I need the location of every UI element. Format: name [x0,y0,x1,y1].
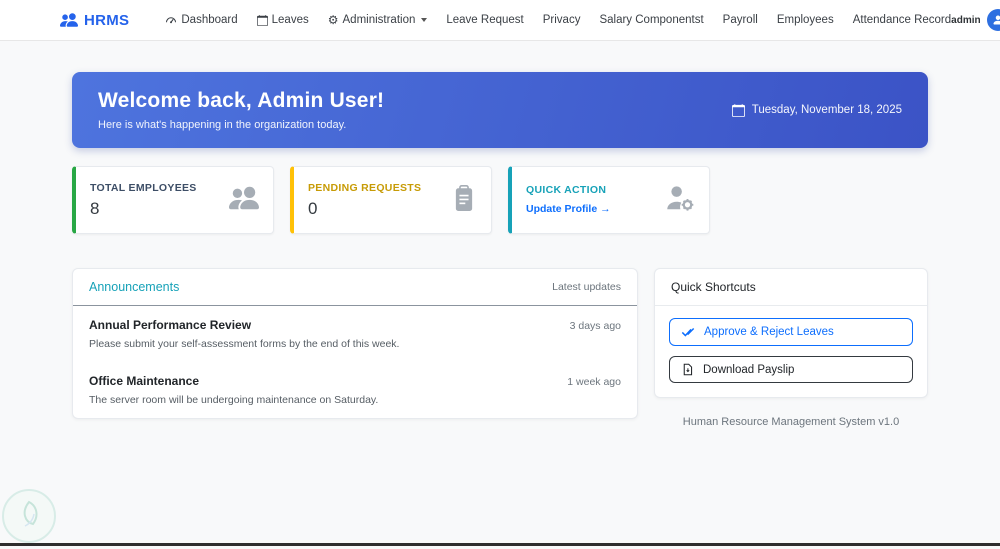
nav-item-privacy[interactable]: Privacy [543,14,581,26]
announcement-item-head: Annual Performance Review 3 days ago [89,318,621,332]
gear-icon: ⚙ [327,13,339,27]
announcement-body: Please submit your self-assessment forms… [89,338,400,350]
nav-item-attendance-record[interactable]: Attendance Record [853,14,951,26]
nav-label: Payroll [722,14,758,26]
announcement-item: Annual Performance Review 3 days ago Ple… [73,306,637,362]
person-icon [993,15,1000,25]
announcement-item: Office Maintenance 1 week ago The server… [73,362,637,418]
stat-card-total-employees: TOTAL EMPLOYEES 8 [72,166,274,234]
nav-label: Employees [776,14,834,26]
hrms-logo-icon [60,11,78,29]
button-label: Download Payslip [703,363,795,376]
shortcuts-body: Approve & Reject Leaves Download Payslip [655,306,927,397]
main-nav: Dashboard Leaves ⚙ Administration Leave … [165,14,951,26]
shortcuts-title: Quick Shortcuts [671,280,756,294]
stat-value: 0 [308,198,318,218]
nav-label: Dashboard [181,14,238,26]
dashboard-lower-row: Announcements Latest updates Annual Perf… [72,268,928,428]
watermark-logo-icon [1,488,57,544]
nav-item-administration[interactable]: ⚙ Administration [328,14,428,26]
stat-text: TOTAL EMPLOYEES 8 [90,182,197,219]
main-content: Welcome back, Admin User! Here is what's… [0,72,1000,428]
clipboard-icon [451,184,477,216]
nav-item-leave-request[interactable]: Leave Request [446,14,523,26]
nav-item-leaves[interactable]: Leaves [256,14,309,26]
calendar-icon [731,103,745,117]
person-gear-icon [665,183,695,218]
nav-label: Salary Componentst [599,14,704,26]
approve-reject-leaves-button[interactable]: Approve & Reject Leaves [669,318,913,346]
nav-label: Administration [342,14,416,26]
banner-text: Welcome back, Admin User! Here is what's… [98,89,384,131]
stat-title: TOTAL EMPLOYEES [90,181,197,194]
announcement-time: 3 days ago [569,320,621,332]
announcement-title: Annual Performance Review [89,318,252,332]
banner-date: Tuesday, November 18, 2025 [731,103,902,117]
announcements-subtitle: Latest updates [552,281,621,293]
nav-label: Attendance Record [852,14,952,26]
download-payslip-button[interactable]: Download Payslip [669,356,913,383]
announcements-header: Announcements Latest updates [73,269,637,306]
update-profile-link[interactable]: Update Profile → [526,203,611,215]
announcements-card: Announcements Latest updates Annual Perf… [72,268,638,419]
stat-text: QUICK ACTION Update Profile → [526,184,611,217]
stat-title: PENDING REQUESTS [308,181,422,194]
nav-label: Leave Request [446,14,524,26]
stat-value: 8 [90,198,100,218]
dashboard-icon [165,14,177,26]
brand-label: HRMS [84,11,130,29]
user-name: admin [951,14,981,26]
user-menu[interactable]: admin [951,9,1000,31]
nav-label: Leaves [271,14,309,26]
announcement-body: The server room will be undergoing maint… [89,394,379,406]
nav-item-salary-componentst[interactable]: Salary Componentst [599,14,703,26]
avatar[interactable] [986,9,1000,31]
announcement-title: Office Maintenance [89,374,200,388]
people-icon [229,183,259,218]
announcement-time: 1 week ago [567,376,621,388]
right-column: Quick Shortcuts Approve & Reject Leaves … [654,268,928,428]
nav-item-dashboard[interactable]: Dashboard [165,14,238,26]
nav-label: Privacy [542,14,581,26]
footer-version: Human Resource Management System v1.0 [682,416,900,428]
approve-check-icon [681,325,695,339]
banner-title: Welcome back, Admin User! [98,89,385,112]
banner-date-label: Tuesday, November 18, 2025 [751,104,902,116]
payslip-download-icon [681,363,694,376]
announcements-title: Announcements [89,280,180,294]
brand[interactable]: HRMS [60,11,129,29]
announcement-item-head: Office Maintenance 1 week ago [89,374,621,388]
welcome-banner: Welcome back, Admin User! Here is what's… [72,72,928,148]
stat-card-pending-requests: PENDING REQUESTS 0 [290,166,492,234]
stat-title: QUICK ACTION [526,183,607,196]
stat-card-quick-action: QUICK ACTION Update Profile → [508,166,710,234]
stat-cards-row: TOTAL EMPLOYEES 8 PENDING REQUESTS 0 QUI… [72,166,928,234]
quick-shortcuts-card: Quick Shortcuts Approve & Reject Leaves … [654,268,928,398]
shortcuts-header: Quick Shortcuts [655,269,927,306]
stat-text: PENDING REQUESTS 0 [308,182,421,219]
nav-item-employees[interactable]: Employees [777,14,834,26]
banner-subtitle: Here is what's happening in the organiza… [98,119,347,131]
button-label: Approve & Reject Leaves [704,326,834,338]
chevron-down-icon [421,18,428,22]
top-navbar: HRMS Dashboard Leaves ⚙ Administration L… [0,0,1000,41]
nav-item-payroll[interactable]: Payroll [723,14,758,26]
calendar-icon [256,14,268,26]
